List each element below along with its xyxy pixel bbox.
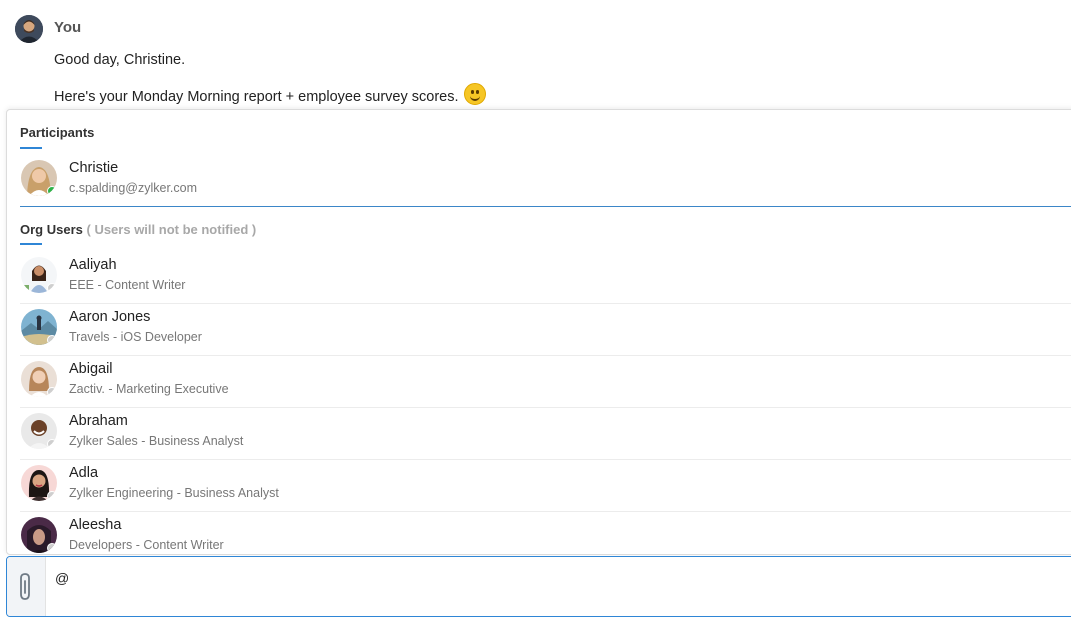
org-user-role: Zactiv. - Marketing Executive: [69, 382, 229, 396]
org-users-title: Org Users: [20, 222, 83, 237]
org-user-name: Abraham: [69, 413, 128, 429]
message-line: Good day, Christine.: [54, 52, 186, 68]
participant-item-christie[interactable]: Christie c.spalding@zylker.com: [20, 154, 1071, 207]
org-user-item-aleesha[interactable]: Aleesha Developers - Content Writer: [20, 511, 1071, 554]
offline-status-icon: [47, 387, 57, 397]
offline-status-icon: [47, 543, 57, 553]
sender-avatar: [15, 15, 43, 43]
online-status-icon: [47, 186, 57, 196]
section-underline: [20, 147, 42, 149]
paperclip-icon: [20, 573, 30, 600]
org-user-role: Travels - iOS Developer: [69, 330, 202, 344]
org-user-role: EEE - Content Writer: [69, 278, 186, 292]
avatar: [21, 361, 57, 397]
participant-email: c.spalding@zylker.com: [69, 181, 198, 195]
message-sender: You: [54, 19, 82, 36]
org-user-item-abraham[interactable]: Abraham Zylker Sales - Business Analyst: [20, 407, 1071, 460]
offline-status-icon: [47, 335, 57, 345]
avatar: [21, 517, 57, 553]
mention-suggestions-popup: Participants Christie c.spalding@zylker.…: [6, 109, 1071, 555]
org-user-name: Abigail: [69, 361, 113, 377]
message-line: Here's your Monday Morning report + empl…: [54, 89, 459, 105]
attach-button[interactable]: [7, 557, 46, 616]
org-user-role: Zylker Sales - Business Analyst: [69, 434, 244, 448]
smiley-emoji-icon: [463, 83, 486, 105]
avatar: [21, 160, 57, 196]
offline-status-icon: [47, 283, 57, 293]
org-user-item-aaliyah[interactable]: Aaliyah EEE - Content Writer: [20, 251, 1071, 304]
org-user-item-abigail[interactable]: Abigail Zactiv. - Marketing Executive: [20, 355, 1071, 408]
avatar: [21, 465, 57, 501]
avatar: [21, 257, 57, 293]
org-user-name: Aaron Jones: [69, 309, 151, 325]
message-composer[interactable]: @: [6, 556, 1071, 617]
offline-status-icon: [47, 491, 57, 501]
participants-section-title: Participants: [20, 125, 95, 140]
sender-avatar-image: [15, 15, 43, 43]
offline-status-icon: [47, 439, 57, 449]
message-line-with-emoji: Here's your Monday Morning report + empl…: [54, 83, 486, 105]
org-user-name: Adla: [69, 465, 99, 481]
org-user-role: Developers - Content Writer: [69, 538, 224, 552]
org-user-name: Aaliyah: [69, 257, 117, 273]
org-user-name: Aleesha: [69, 517, 122, 533]
avatar: [21, 309, 57, 345]
message-input[interactable]: @: [55, 570, 69, 586]
participant-name: Christie: [69, 160, 119, 176]
org-users-note: ( Users will not be notified ): [86, 222, 257, 237]
org-user-item-adla[interactable]: Adla Zylker Engineering - Business Analy…: [20, 459, 1071, 512]
org-users-section-title: Org Users ( Users will not be notified ): [20, 222, 256, 237]
org-user-role: Zylker Engineering - Business Analyst: [69, 486, 279, 500]
avatar: [21, 413, 57, 449]
org-user-item-aaron-jones[interactable]: Aaron Jones Travels - iOS Developer: [20, 303, 1071, 356]
section-underline: [20, 243, 42, 245]
